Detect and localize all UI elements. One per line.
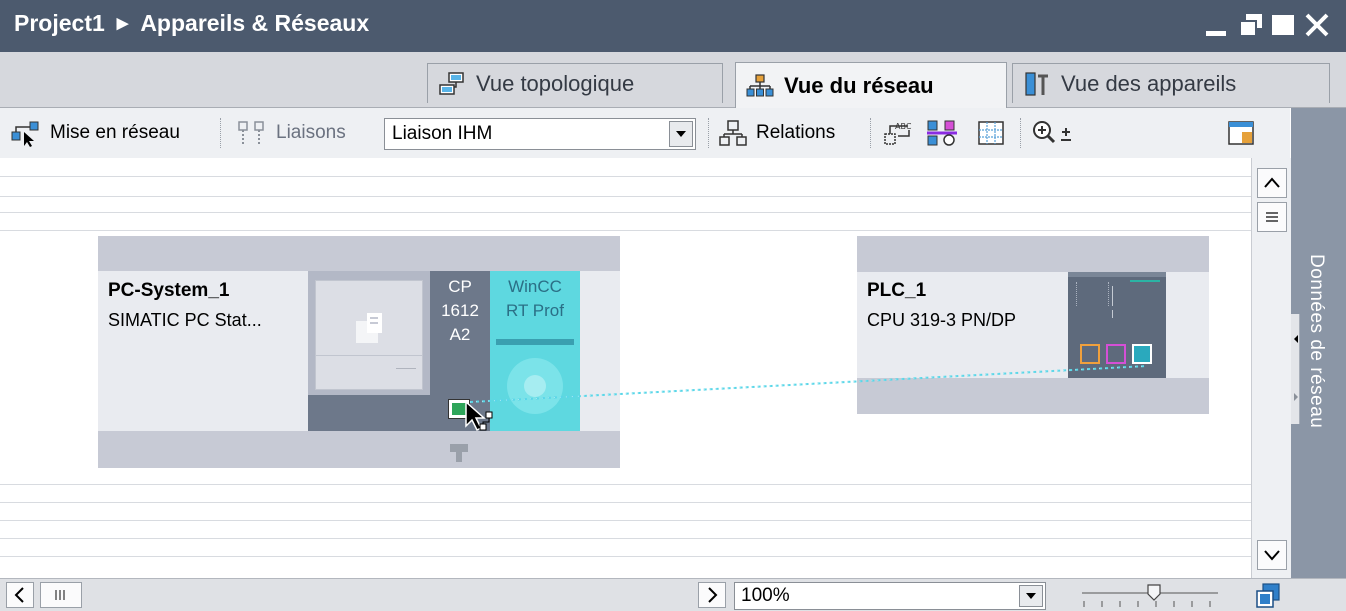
- connection-type-dropdown[interactable]: Liaison IHM: [384, 118, 696, 150]
- networking-label: Mise en réseau: [50, 122, 180, 143]
- network-icon: [746, 73, 774, 96]
- devices-icon: [1025, 71, 1048, 96]
- breadcrumb-arrow-icon: ▶: [116, 15, 129, 32]
- chevron-down-icon[interactable]: [669, 121, 693, 147]
- tab-network-view[interactable]: Vue du réseau: [735, 62, 1007, 108]
- editor-title-bar: Project1 ▶ Appareils & Réseaux: [0, 0, 1346, 52]
- zoom-value: 100%: [741, 585, 790, 606]
- connections-button[interactable]: Liaisons: [236, 108, 346, 158]
- show-address-labels-icon[interactable]: ABC: [882, 118, 914, 148]
- connection-type-value: Liaison IHM: [392, 123, 493, 144]
- float-window-icon[interactable]: [1236, 10, 1266, 40]
- view-tab-strip: Vue topologique Vue du réseau Vue des ap…: [0, 52, 1346, 108]
- project-name: Project1: [14, 10, 105, 36]
- view-name: Appareils & Réseaux: [140, 10, 370, 36]
- vertical-scrollbar[interactable]: [1251, 158, 1291, 578]
- expand-right-icon[interactable]: [1292, 392, 1300, 402]
- svg-text:ABC: ABC: [895, 122, 912, 131]
- connect-cursor-icon: [465, 400, 493, 432]
- tab-label: Vue des appareils: [1061, 70, 1237, 96]
- canvas-status-bar: 100%: [0, 578, 1346, 611]
- tab-device-view[interactable]: Vue des appareils: [1012, 63, 1330, 103]
- collapse-left-icon[interactable]: [1292, 334, 1300, 344]
- zoom-slider[interactable]: [1080, 581, 1220, 611]
- overview-navigation-icon[interactable]: [1253, 581, 1283, 609]
- zoom-dropdown[interactable]: 100%: [734, 582, 1046, 610]
- zoom-slider-thumb: [1147, 584, 1161, 601]
- scroll-right-button[interactable]: [698, 582, 726, 608]
- network-data-panel[interactable]: Données de réseau: [1291, 108, 1346, 578]
- relations-icon: [719, 120, 747, 146]
- network-data-label: Données de réseau: [1306, 254, 1327, 429]
- tab-label: Vue du réseau: [784, 72, 934, 98]
- toolbar-separator: [870, 118, 871, 148]
- horizontal-scroll-thumb[interactable]: [40, 582, 82, 608]
- scroll-left-button[interactable]: [6, 582, 34, 608]
- network-toolbar: Mise en réseau Liaisons Liaison IHM Rela…: [0, 108, 1290, 158]
- networking-icon: [11, 121, 39, 147]
- scroll-down-button[interactable]: [1257, 540, 1287, 570]
- networking-button[interactable]: Mise en réseau: [10, 108, 180, 158]
- maximize-icon[interactable]: [1268, 10, 1298, 40]
- tab-topology-view[interactable]: Vue topologique: [427, 63, 723, 103]
- toolbar-separator: [1020, 118, 1021, 148]
- toolbar-separator: [708, 118, 709, 148]
- topology-icon: [439, 71, 464, 95]
- relations-label: Relations: [756, 122, 836, 143]
- highlight-network-icon[interactable]: [925, 118, 959, 148]
- scroll-thumb[interactable]: [1257, 202, 1287, 232]
- connections-icon: [238, 121, 264, 144]
- properties-panel-icon[interactable]: [1226, 118, 1256, 148]
- zoom-in-icon[interactable]: [1030, 118, 1076, 148]
- relations-button[interactable]: Relations: [718, 108, 835, 158]
- minimize-icon[interactable]: [1202, 10, 1232, 40]
- network-canvas[interactable]: PC-System_1 SIMATIC PC Stat... CP 1612 A…: [0, 158, 1251, 578]
- chevron-down-icon[interactable]: [1019, 585, 1043, 607]
- tab-label: Vue topologique: [476, 70, 635, 96]
- grid-layout-icon[interactable]: [976, 118, 1006, 148]
- close-icon[interactable]: [1302, 10, 1332, 40]
- connections-label: Liaisons: [276, 122, 346, 143]
- panel-splitter[interactable]: [1291, 314, 1300, 424]
- hmi-connection-line[interactable]: [0, 158, 1251, 578]
- editor-title: Project1 ▶ Appareils & Réseaux: [14, 10, 369, 37]
- scroll-up-button[interactable]: [1257, 168, 1287, 198]
- toolbar-separator: [220, 118, 221, 148]
